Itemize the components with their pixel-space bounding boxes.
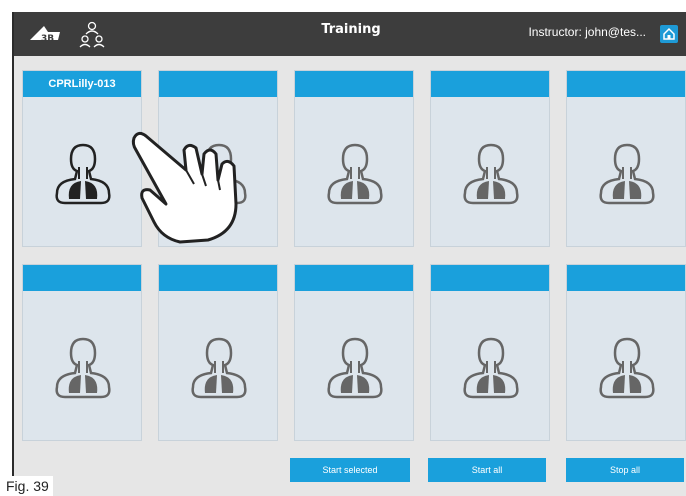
manikin-torso-icon [55, 337, 111, 399]
home-button[interactable] [660, 25, 678, 43]
manikin-torso-icon [327, 143, 383, 205]
manikin-torso-icon [327, 337, 383, 399]
station-card[interactable] [566, 264, 686, 441]
station-card[interactable] [22, 264, 142, 441]
instructor-label[interactable]: Instructor: john@tes... [528, 25, 646, 39]
manikin-torso-icon [599, 143, 655, 205]
top-bar: 3B Training Instructor: john@tes... [14, 12, 686, 56]
manikin-torso-icon [463, 337, 519, 399]
manikin-torso-icon [191, 337, 247, 399]
manikin-torso-icon [463, 143, 519, 205]
station-card[interactable] [430, 264, 550, 441]
pointing-hand-icon [131, 131, 238, 244]
station-label [295, 71, 413, 97]
start-selected-button[interactable]: Start selected [290, 458, 410, 482]
station-card[interactable] [430, 70, 550, 247]
manikin-torso-icon [55, 143, 111, 205]
station-label [431, 265, 549, 291]
app-window: 3B Training Instructor: john@tes... CPRL… [12, 12, 686, 496]
station-label [567, 265, 685, 291]
station-label [295, 265, 413, 291]
start-all-button[interactable]: Start all [428, 458, 546, 482]
station-card[interactable] [566, 70, 686, 247]
station-label [431, 71, 549, 97]
station-card[interactable] [158, 264, 278, 441]
station-label [567, 71, 685, 97]
stop-all-button[interactable]: Stop all [566, 458, 684, 482]
manikin-torso-icon [599, 337, 655, 399]
station-label [159, 71, 277, 97]
figure-caption: Fig. 39 [2, 476, 53, 496]
station-card[interactable] [294, 70, 414, 247]
station-label: CPRLilly-013 [23, 71, 141, 97]
station-grid: CPRLilly-013 Start selected Start all St… [14, 56, 686, 496]
station-label [23, 265, 141, 291]
station-label [159, 265, 277, 291]
station-card[interactable] [294, 264, 414, 441]
home-icon [663, 27, 675, 40]
